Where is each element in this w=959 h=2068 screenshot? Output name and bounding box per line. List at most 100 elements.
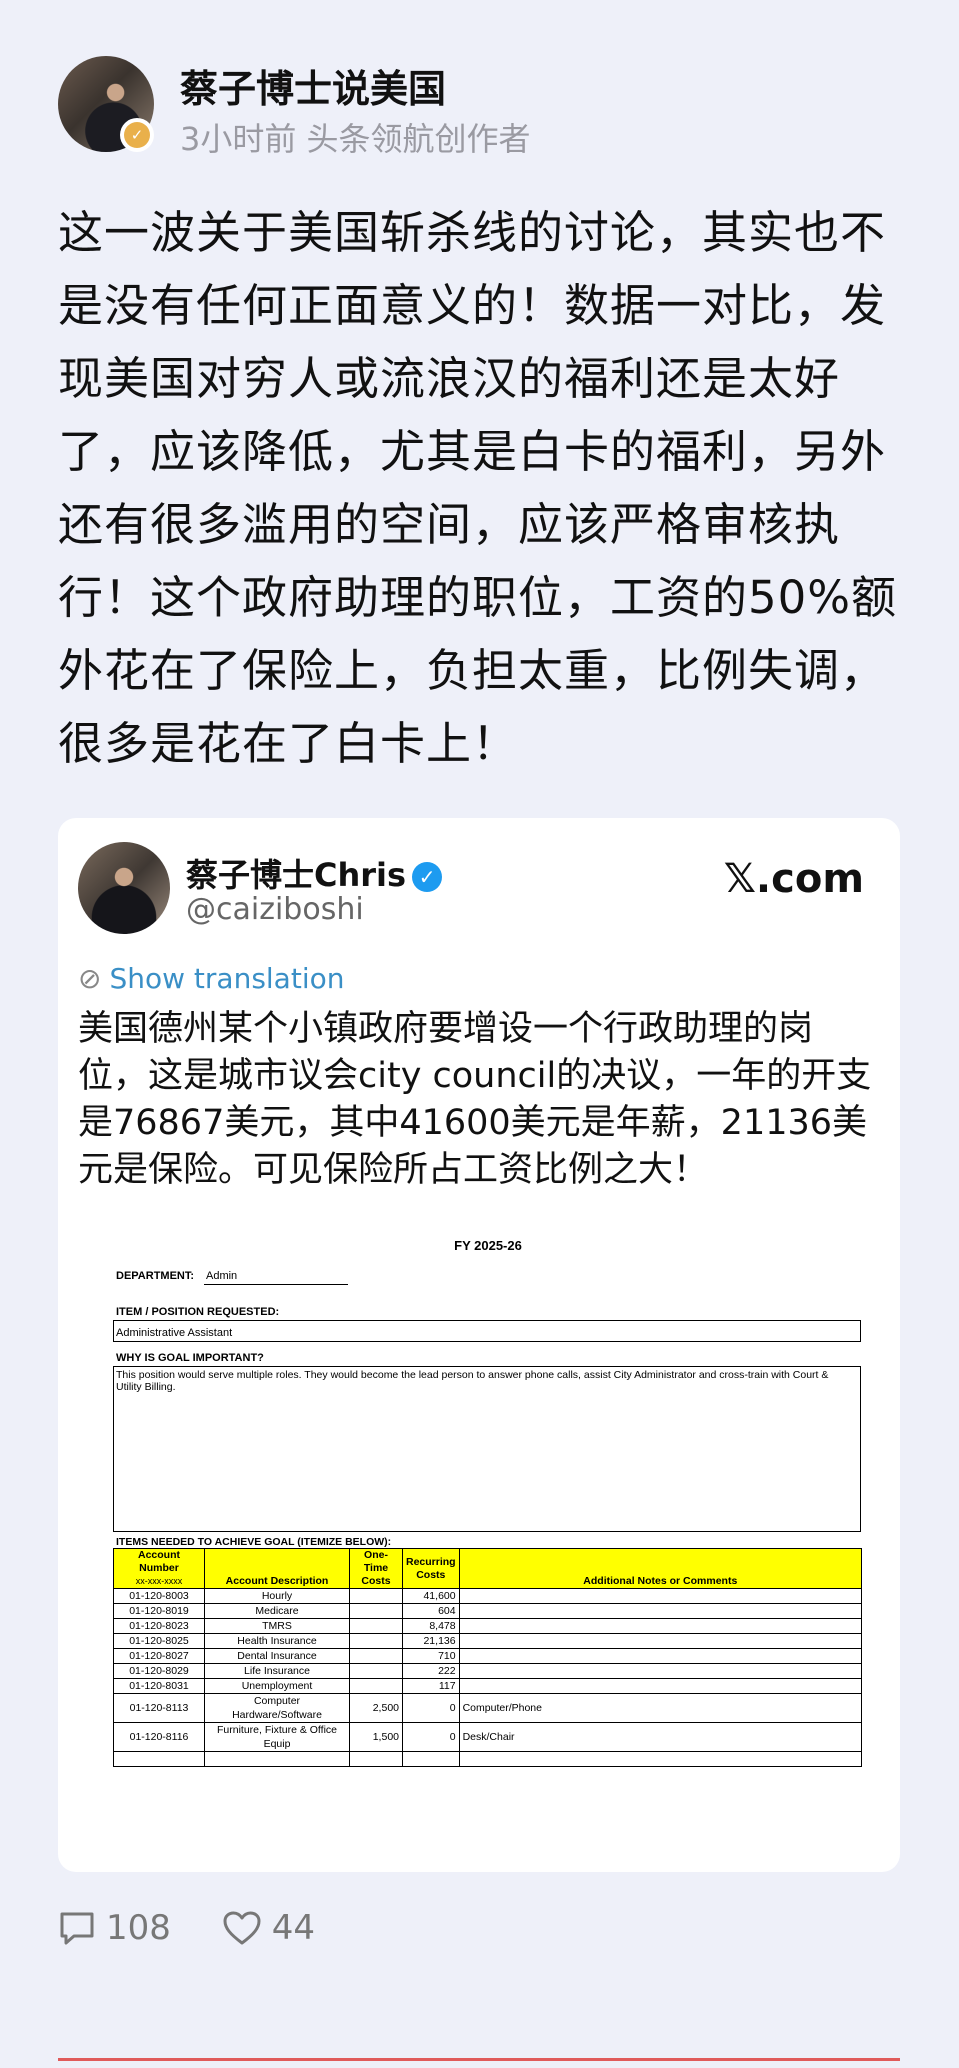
tweet-author-avatar[interactable] xyxy=(78,842,170,934)
cell-description: Medicare xyxy=(204,1603,350,1619)
cell-one-time xyxy=(349,1588,403,1604)
translate-icon: ⊘ xyxy=(78,962,102,995)
cell-account: 01-120-8019 xyxy=(113,1603,205,1619)
cell-notes xyxy=(458,1633,863,1649)
budget-document-image: FY 2025-26 DEPARTMENT: Admin ITEM / POSI… xyxy=(88,1238,888,1838)
like-button[interactable]: 44 xyxy=(222,1908,315,1948)
col-notes: Additional Notes or Comments xyxy=(458,1548,863,1589)
cell-account: 01-120-8116 xyxy=(113,1722,205,1752)
cell-one-time xyxy=(349,1663,403,1679)
cell-account: 01-120-8023 xyxy=(113,1618,205,1634)
x-logo: 𝕏.com xyxy=(723,856,864,902)
doc-cost-table: Account Number xx-xxx-xxxx Account Descri… xyxy=(113,1548,863,1767)
like-count: 44 xyxy=(271,1908,315,1948)
col-account-number-label: Account Number xyxy=(138,1549,180,1574)
cell-recurring: 21,136 xyxy=(402,1633,460,1649)
verified-icon: ✓ xyxy=(412,862,443,892)
col-account-format: xx-xxx-xxxx xyxy=(135,1576,183,1586)
cell-one-time xyxy=(349,1618,403,1634)
cell-description xyxy=(204,1751,350,1767)
cell-recurring: 0 xyxy=(402,1693,460,1723)
cell-description: Furniture, Fixture & Office Equip xyxy=(204,1722,350,1752)
post-body: 这一波关于美国斩杀线的讨论，其实也不是没有任何正面意义的！数据一对比，发现美国对… xyxy=(58,206,898,770)
tweet-author-name[interactable]: 蔡子博士Chris ✓ xyxy=(186,850,443,896)
cell-notes xyxy=(458,1751,863,1767)
cell-account: 01-120-8029 xyxy=(113,1663,205,1679)
doc-table-header-row: Account Number xx-xxx-xxxx Account Descri… xyxy=(113,1548,863,1589)
cell-recurring: 0 xyxy=(402,1722,460,1752)
table-row: 01-120-8019 Medicare 604 xyxy=(113,1603,863,1619)
cell-account: 01-120-8113 xyxy=(113,1693,205,1723)
cell-account: 01-120-8003 xyxy=(113,1588,205,1604)
heart-icon xyxy=(223,1911,261,1945)
cell-account: 01-120-8031 xyxy=(113,1678,205,1694)
table-row: 01-120-8003 Hourly 41,600 xyxy=(113,1588,863,1604)
table-row: 01-120-8031 Unemployment 117 xyxy=(113,1678,863,1694)
show-translation-link[interactable]: ⊘ Show translation xyxy=(78,962,344,995)
doc-department-underline xyxy=(204,1284,348,1285)
doc-fiscal-year: FY 2025-26 xyxy=(454,1238,522,1253)
comment-button[interactable]: 108 xyxy=(58,1908,171,1948)
cell-one-time xyxy=(349,1751,403,1767)
doc-item-box: Administrative Assistant xyxy=(113,1320,861,1342)
cell-recurring: 604 xyxy=(402,1603,460,1619)
col-one-time: One-Time Costs xyxy=(349,1548,403,1589)
cell-account: 01-120-8027 xyxy=(113,1648,205,1664)
cell-notes xyxy=(458,1663,863,1679)
cell-notes xyxy=(458,1603,863,1619)
cell-recurring: 222 xyxy=(402,1663,460,1679)
doc-why-box: This position would serve multiple roles… xyxy=(113,1366,861,1532)
cell-recurring xyxy=(402,1751,460,1767)
cell-recurring: 710 xyxy=(402,1648,460,1664)
cell-recurring: 117 xyxy=(402,1678,460,1694)
doc-why-value: This position would serve multiple roles… xyxy=(116,1369,829,1393)
cell-account xyxy=(113,1751,205,1767)
tweet-author-handle: @caiziboshi xyxy=(186,892,364,927)
col-account-number: Account Number xx-xxx-xxxx xyxy=(113,1548,205,1589)
cell-one-time xyxy=(349,1633,403,1649)
table-row: 01-120-8029 Life Insurance 222 xyxy=(113,1663,863,1679)
cell-one-time xyxy=(349,1678,403,1694)
cell-notes: Computer/Phone xyxy=(458,1693,863,1723)
cell-description: TMRS xyxy=(204,1618,350,1634)
table-row: 01-120-8023 TMRS 8,478 xyxy=(113,1618,863,1634)
col-recurring: Recurring Costs xyxy=(402,1548,460,1589)
tweet-text: 美国德州某个小镇政府要增设一个行政助理的岗位，这是城市议会city counci… xyxy=(78,1009,872,1190)
author-name[interactable]: 蔡子博士说美国 xyxy=(180,58,446,113)
tweet-author-name-text: 蔡子博士Chris xyxy=(186,856,407,894)
cell-notes xyxy=(458,1618,863,1634)
post-actions: 108 44 xyxy=(58,1908,355,1955)
post-meta: 3小时前 头条领航创作者 xyxy=(180,120,531,158)
cell-one-time: 2,500 xyxy=(349,1693,403,1723)
doc-item-label: ITEM / POSITION REQUESTED: xyxy=(116,1306,280,1318)
doc-department-label: DEPARTMENT: xyxy=(116,1270,195,1282)
cell-recurring: 41,600 xyxy=(402,1588,460,1604)
table-row: 01-120-8116 Furniture, Fixture & Office E… xyxy=(113,1722,863,1752)
cell-description: Dental Insurance xyxy=(204,1648,350,1664)
cell-notes xyxy=(458,1588,863,1604)
tab-divider xyxy=(58,2058,900,2061)
doc-why-label: WHY IS GOAL IMPORTANT? xyxy=(116,1352,264,1364)
cell-description: Health Insurance xyxy=(204,1633,350,1649)
cell-one-time xyxy=(349,1603,403,1619)
cell-description: Hourly xyxy=(204,1588,350,1604)
cell-account: 01-120-8025 xyxy=(113,1633,205,1649)
doc-item-value: Administrative Assistant xyxy=(116,1327,233,1339)
cell-description: Unemployment xyxy=(204,1678,350,1694)
cell-one-time xyxy=(349,1648,403,1664)
cell-notes: Desk/Chair xyxy=(458,1722,863,1752)
cell-description: Life Insurance xyxy=(204,1663,350,1679)
table-row: 01-120-8027 Dental Insurance 710 xyxy=(113,1648,863,1664)
col-description: Account Description xyxy=(204,1548,350,1589)
show-translation-label: Show translation xyxy=(109,962,345,995)
doc-department-value: Admin xyxy=(206,1270,238,1282)
creator-badge-icon: ✓ xyxy=(120,118,154,152)
comment-count: 108 xyxy=(106,1908,171,1948)
comment-icon xyxy=(60,1912,94,1945)
table-row: 01-120-8113 Computer Hardware/Software 2,5… xyxy=(113,1693,863,1723)
post-header: ✓ 蔡子博士说美国 3小时前 头条领航创作者 xyxy=(58,52,918,160)
cell-notes xyxy=(458,1648,863,1664)
embedded-tweet-card[interactable]: 蔡子博士Chris ✓ @caiziboshi 𝕏.com ⊘ Show trans… xyxy=(58,818,900,1872)
table-row xyxy=(113,1751,863,1767)
doc-items-label: ITEMS NEEDED TO ACHIEVE GOAL (ITEMIZE BE… xyxy=(116,1536,392,1548)
